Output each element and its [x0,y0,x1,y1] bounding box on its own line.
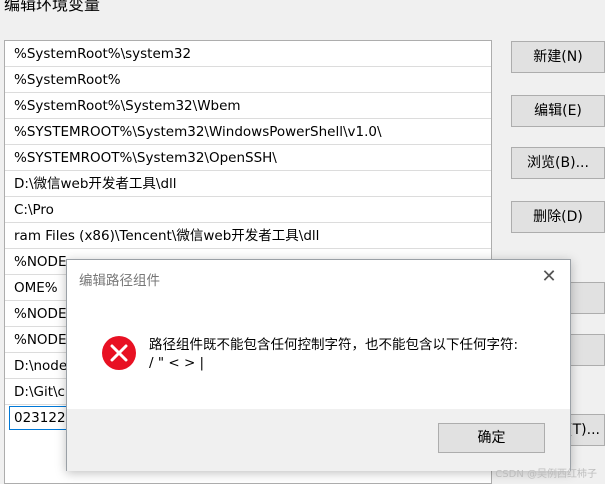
dialog-title: 编辑路径组件 [79,273,160,289]
dialog-body: 路径组件既不能包含任何控制字符，也不能包含以下任何字符: / " < > | [67,296,570,409]
new-button[interactable]: 新建(N) [511,41,605,73]
dialog-footer: 确定 [67,409,570,471]
path-item[interactable]: %SystemRoot%\system32 [5,41,491,67]
close-icon[interactable]: ✕ [538,266,560,288]
error-icon [102,336,136,370]
path-item[interactable]: D:\微信web开发者工具\dll [5,171,491,197]
path-item[interactable]: %SYSTEMROOT%\System32\WindowsPowerShell\… [5,119,491,145]
dialog-titlebar: 编辑路径组件 ✕ [67,260,570,296]
path-item[interactable]: ram Files (x86)\Tencent\微信web开发者工具\dll [5,223,491,249]
edit-button[interactable]: 编辑(E) [511,95,605,127]
path-item[interactable]: %SystemRoot%\System32\Wbem [5,93,491,119]
ok-button[interactable]: 确定 [438,423,545,453]
path-item[interactable]: C:\Pro [5,197,491,223]
window-title: 编辑环境变量 [4,0,101,14]
path-item[interactable]: %SystemRoot% [5,67,491,93]
window-title-strip: 编辑环境变量 [0,0,605,14]
watermark: CSDN @吴例西红柿子 [495,469,597,480]
delete-button[interactable]: 删除(D) [511,201,605,233]
path-item[interactable]: %SYSTEMROOT%\System32\OpenSSH\ [5,145,491,171]
error-dialog: 编辑路径组件 ✕ 路径组件既不能包含任何控制字符，也不能包含以下任何字符: / … [66,259,571,471]
error-message: 路径组件既不能包含任何控制字符，也不能包含以下任何字符: [149,337,519,353]
browse-button[interactable]: 浏览(B)... [511,147,605,179]
forbidden-characters: / " < > | [149,355,205,371]
